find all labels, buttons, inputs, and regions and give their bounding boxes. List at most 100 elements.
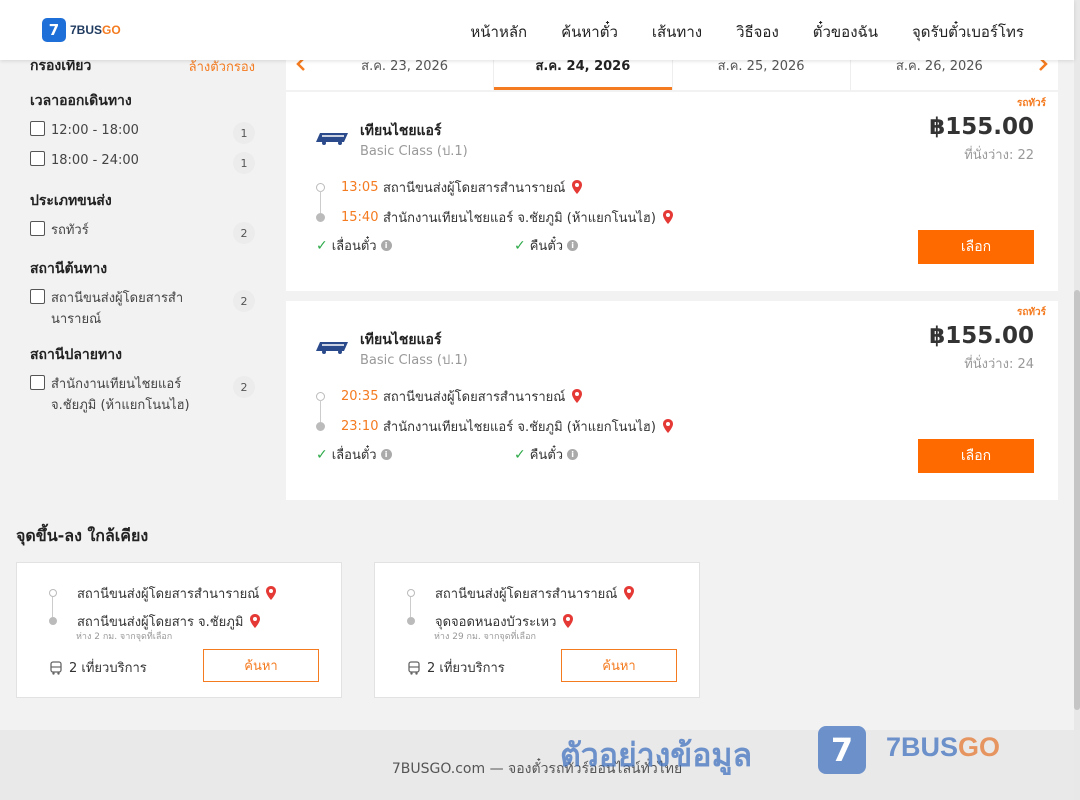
arrival-stop: 15:40 สำนักงานเทียนไชยแอร์ จ.ชัยภูมิ (ห้… (316, 202, 674, 232)
map-pin-icon[interactable] (571, 179, 583, 195)
nearby-search-button[interactable]: ค้นหา (203, 649, 319, 682)
nav-ticket-points[interactable]: จุดรับตั๋วเบอร์โทร (912, 20, 1024, 44)
nav-search-tickets[interactable]: ค้นหาตั๋ว (561, 20, 618, 44)
map-pin-icon[interactable] (623, 585, 635, 601)
filter-option-label: 12:00 - 18:00 (51, 123, 139, 138)
nav-how-to-book[interactable]: วิธีจอง (736, 20, 779, 44)
filter-option-destination[interactable]: สำนักงานเทียนไชยแอร์ จ.ชัยภูมิ (ห้าแยกโน… (30, 374, 255, 416)
check-icon: ✓ (514, 446, 526, 463)
watermark-brand-bus: 7BUS (886, 732, 959, 762)
route-dot (49, 589, 57, 597)
departure-stop: 20:35 สถานีขนส่งผู้โดยสารสำนารายณ์ (316, 381, 674, 422)
map-pin-icon[interactable] (662, 209, 674, 225)
route-dot (49, 617, 57, 625)
checkbox[interactable] (30, 121, 45, 136)
bus-class: Basic Class (ป.1) (360, 353, 468, 368)
filter-option-label: สถานีขนส่งผู้โดยสารสำนารายณ์ (51, 291, 184, 327)
departure-station: สถานีขนส่งผู้โดยสารสำนารายณ์ (383, 389, 566, 405)
arrival-time: 15:40 (341, 209, 379, 225)
map-pin-icon[interactable] (249, 613, 261, 629)
transport-type-tag: รถทัวร์ (1016, 307, 1046, 318)
operator-name: เทียนไชยแอร์ (360, 332, 442, 348)
nearby-stops-title: จุดขึ้น-ลง ใกล้เคียง (16, 526, 149, 545)
filter-group-transport-type: ประเภทขนส่ง (30, 193, 112, 209)
filter-group-destination-station: สถานีปลายทาง (30, 347, 122, 363)
arrival-time: 23:10 (341, 418, 379, 434)
seats-available: ที่นั่งว่าง: 22 (964, 148, 1034, 163)
feature-label: เลื่อนตั๋ว (331, 448, 377, 463)
trip-price: ฿155.00 (929, 323, 1034, 349)
map-pin-icon[interactable] (571, 388, 583, 404)
nearby-from: สถานีขนส่งผู้โดยสารสำนารายณ์ (49, 579, 277, 617)
info-icon[interactable]: i (567, 240, 579, 251)
nav-routes[interactable]: เส้นทาง (652, 20, 702, 44)
bus-icon (50, 660, 62, 675)
route-dot (316, 421, 325, 431)
check-icon: ✓ (316, 237, 328, 254)
feature-refund: ✓ คืนตั๋ว i (514, 444, 579, 465)
nearby-from-station: สถานีขนส่งผู้โดยสารสำนารายณ์ (435, 586, 618, 602)
nearby-distance: ห่าง 2 กม. จากจุดที่เลือก (76, 632, 173, 642)
arrival-stop: 23:10 สำนักงานเทียนไชยแอร์ จ.ชัยภูมิ (ห้… (316, 411, 674, 441)
info-icon[interactable]: i (380, 240, 392, 251)
departure-time: 20:35 (341, 388, 379, 404)
filter-count-badge: 1 (233, 152, 255, 174)
checkbox[interactable] (30, 151, 45, 166)
trip-route: 13:05 สถานีขนส่งผู้โดยสารสำนารายณ์ 15:40… (316, 172, 674, 232)
filter-count-badge: 2 (233, 376, 255, 398)
map-pin-icon[interactable] (265, 585, 277, 601)
filter-option-time-18-24[interactable]: 18:00 - 24:00 1 (30, 150, 255, 174)
watermark-logo-icon: 7 (818, 726, 866, 774)
departure-station: สถานีขนส่งผู้โดยสารสำนารายณ์ (383, 180, 566, 196)
check-icon: ✓ (514, 237, 526, 254)
filter-option-time-12-18[interactable]: 12:00 - 18:00 1 (30, 120, 255, 144)
feature-reschedule: ✓ เลื่อนตั๋ว i (316, 235, 392, 256)
watermark-brand: 7BUSGO (886, 732, 1000, 763)
site-logo[interactable]: 7 7BUSGO (42, 18, 121, 42)
filter-count-badge: 2 (233, 222, 255, 244)
operator-name: เทียนไชยแอร์ (360, 123, 442, 139)
arrival-station: สำนักงานเทียนไชยแอร์ จ.ชัยภูมิ (ห้าแยกโน… (383, 210, 656, 226)
filter-sidebar: กรองเที่ยว ล้างตัวกรอง เวลาออกเดินทาง 12… (30, 56, 255, 424)
select-trip-button[interactable]: เลือก (918, 439, 1034, 473)
map-pin-icon[interactable] (662, 418, 674, 434)
filter-option-origin[interactable]: สถานีขนส่งผู้โดยสารสำนารายณ์ 2 (30, 288, 255, 330)
nearby-search-button[interactable]: ค้นหา (561, 649, 677, 682)
trip-route: 20:35 สถานีขนส่งผู้โดยสารสำนารายณ์ 23:10… (316, 381, 674, 441)
nearby-from-station: สถานีขนส่งผู้โดยสารสำนารายณ์ (77, 586, 260, 602)
feature-refund: ✓ คืนตั๋ว i (514, 235, 579, 256)
trip-price: ฿155.00 (929, 114, 1034, 140)
select-trip-button[interactable]: เลือก (918, 230, 1034, 264)
nav-my-tickets[interactable]: ตั๋วของฉัน (813, 20, 878, 44)
feature-label: คืนตั๋ว (529, 448, 564, 463)
bus-icon (408, 660, 420, 675)
filter-count-badge: 2 (233, 290, 255, 312)
nearby-trip-count: 2 เที่ยวบริการ (427, 661, 505, 676)
route-dot (316, 212, 325, 222)
logo-text-go: GO (102, 23, 121, 37)
operator-logo-icon (316, 342, 348, 354)
watermark-brand-go: GO (958, 732, 1001, 762)
route-dot (407, 617, 415, 625)
info-icon[interactable]: i (380, 449, 392, 460)
nav-home[interactable]: หน้าหลัก (470, 20, 527, 44)
nearby-trips: 2 เที่ยวบริการ (49, 657, 147, 678)
checkbox[interactable] (30, 375, 45, 390)
seats-available: ที่นั่งว่าง: 24 (964, 357, 1034, 372)
filter-count-badge: 1 (233, 122, 255, 144)
checkbox[interactable] (30, 289, 45, 304)
map-pin-icon[interactable] (562, 613, 574, 629)
info-icon[interactable]: i (567, 449, 579, 460)
checkbox[interactable] (30, 221, 45, 236)
main-nav: หน้าหลัก ค้นหาตั๋ว เส้นทาง วิธีจอง ตั๋วข… (436, 20, 1024, 44)
nearby-card: สถานีขนส่งผู้โดยสารสำนารายณ์ สถานีขนส่งผ… (16, 562, 342, 698)
filter-group-departure-time: เวลาออกเดินทาง (30, 93, 132, 109)
nearby-trip-count: 2 เที่ยวบริการ (69, 661, 147, 676)
filter-option-tour-bus[interactable]: รถทัวร์ 2 (30, 220, 255, 244)
page-scrollbar[interactable] (1074, 0, 1080, 800)
transport-type-tag: รถทัวร์ (1016, 98, 1046, 109)
scrollbar-thumb[interactable] (1074, 290, 1080, 710)
watermark-text: ตัวอย่างข้อมูล (560, 736, 753, 774)
nearby-distance: ห่าง 29 กม. จากจุดที่เลือก (434, 632, 536, 642)
arrival-station: สำนักงานเทียนไชยแอร์ จ.ชัยภูมิ (ห้าแยกโน… (383, 419, 656, 435)
